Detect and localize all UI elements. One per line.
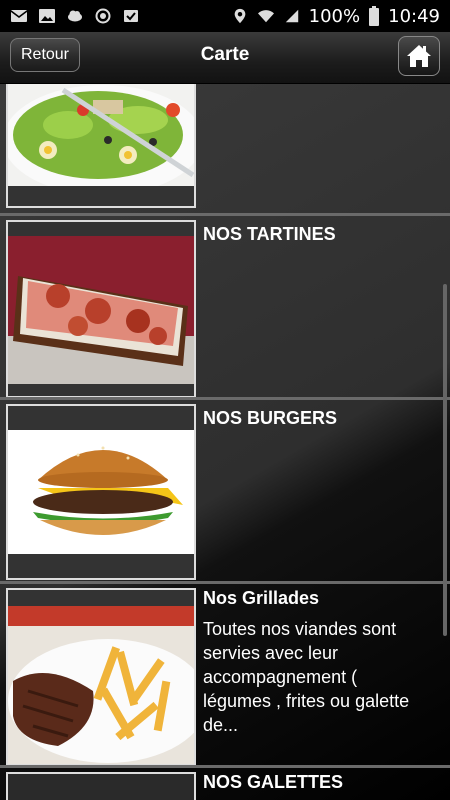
mail-icon	[10, 10, 28, 22]
home-button[interactable]	[398, 36, 440, 76]
location-icon	[234, 8, 245, 24]
item-title: NOS TARTINES	[203, 224, 336, 244]
image-icon	[39, 9, 55, 23]
salad-image	[6, 84, 196, 208]
tartine-image	[6, 220, 196, 398]
list-item-galettes[interactable]: NOS GALETTES	[0, 765, 450, 800]
menu-list[interactable]: NOS TARTINES NOS BURGERS Nos Grillades T…	[0, 84, 450, 800]
item-title: NOS BURGERS	[203, 408, 338, 428]
scrollbar[interactable]	[443, 284, 447, 636]
list-item-tartines[interactable]: NOS TARTINES	[0, 213, 450, 398]
clock: 10:49	[388, 5, 440, 27]
checklist-icon	[124, 10, 138, 22]
list-item-grillades[interactable]: Nos Grillades Toutes nos viandes sont se…	[0, 581, 450, 766]
list-item-salads[interactable]	[0, 84, 450, 212]
battery-percent: 100%	[308, 5, 361, 27]
home-icon	[407, 45, 431, 67]
grill-image	[6, 588, 196, 766]
list-item-burgers[interactable]: NOS BURGERS	[0, 397, 450, 581]
battery-icon	[369, 6, 380, 26]
status-bar: 100% 10:49	[0, 0, 450, 32]
signal-icon	[285, 9, 298, 23]
item-title: Nos Grillades	[203, 588, 320, 608]
cloud-icon	[68, 10, 82, 22]
wifi-icon	[257, 10, 274, 23]
sync-icon	[95, 8, 111, 24]
item-title: NOS GALETTES	[203, 772, 344, 792]
app-header: Retour Carte	[0, 32, 450, 84]
item-description: Toutes nos viandes sont servies avec leu…	[203, 619, 410, 735]
galette-image	[6, 772, 196, 800]
page-title: Carte	[200, 44, 250, 65]
burger-image	[6, 404, 196, 580]
